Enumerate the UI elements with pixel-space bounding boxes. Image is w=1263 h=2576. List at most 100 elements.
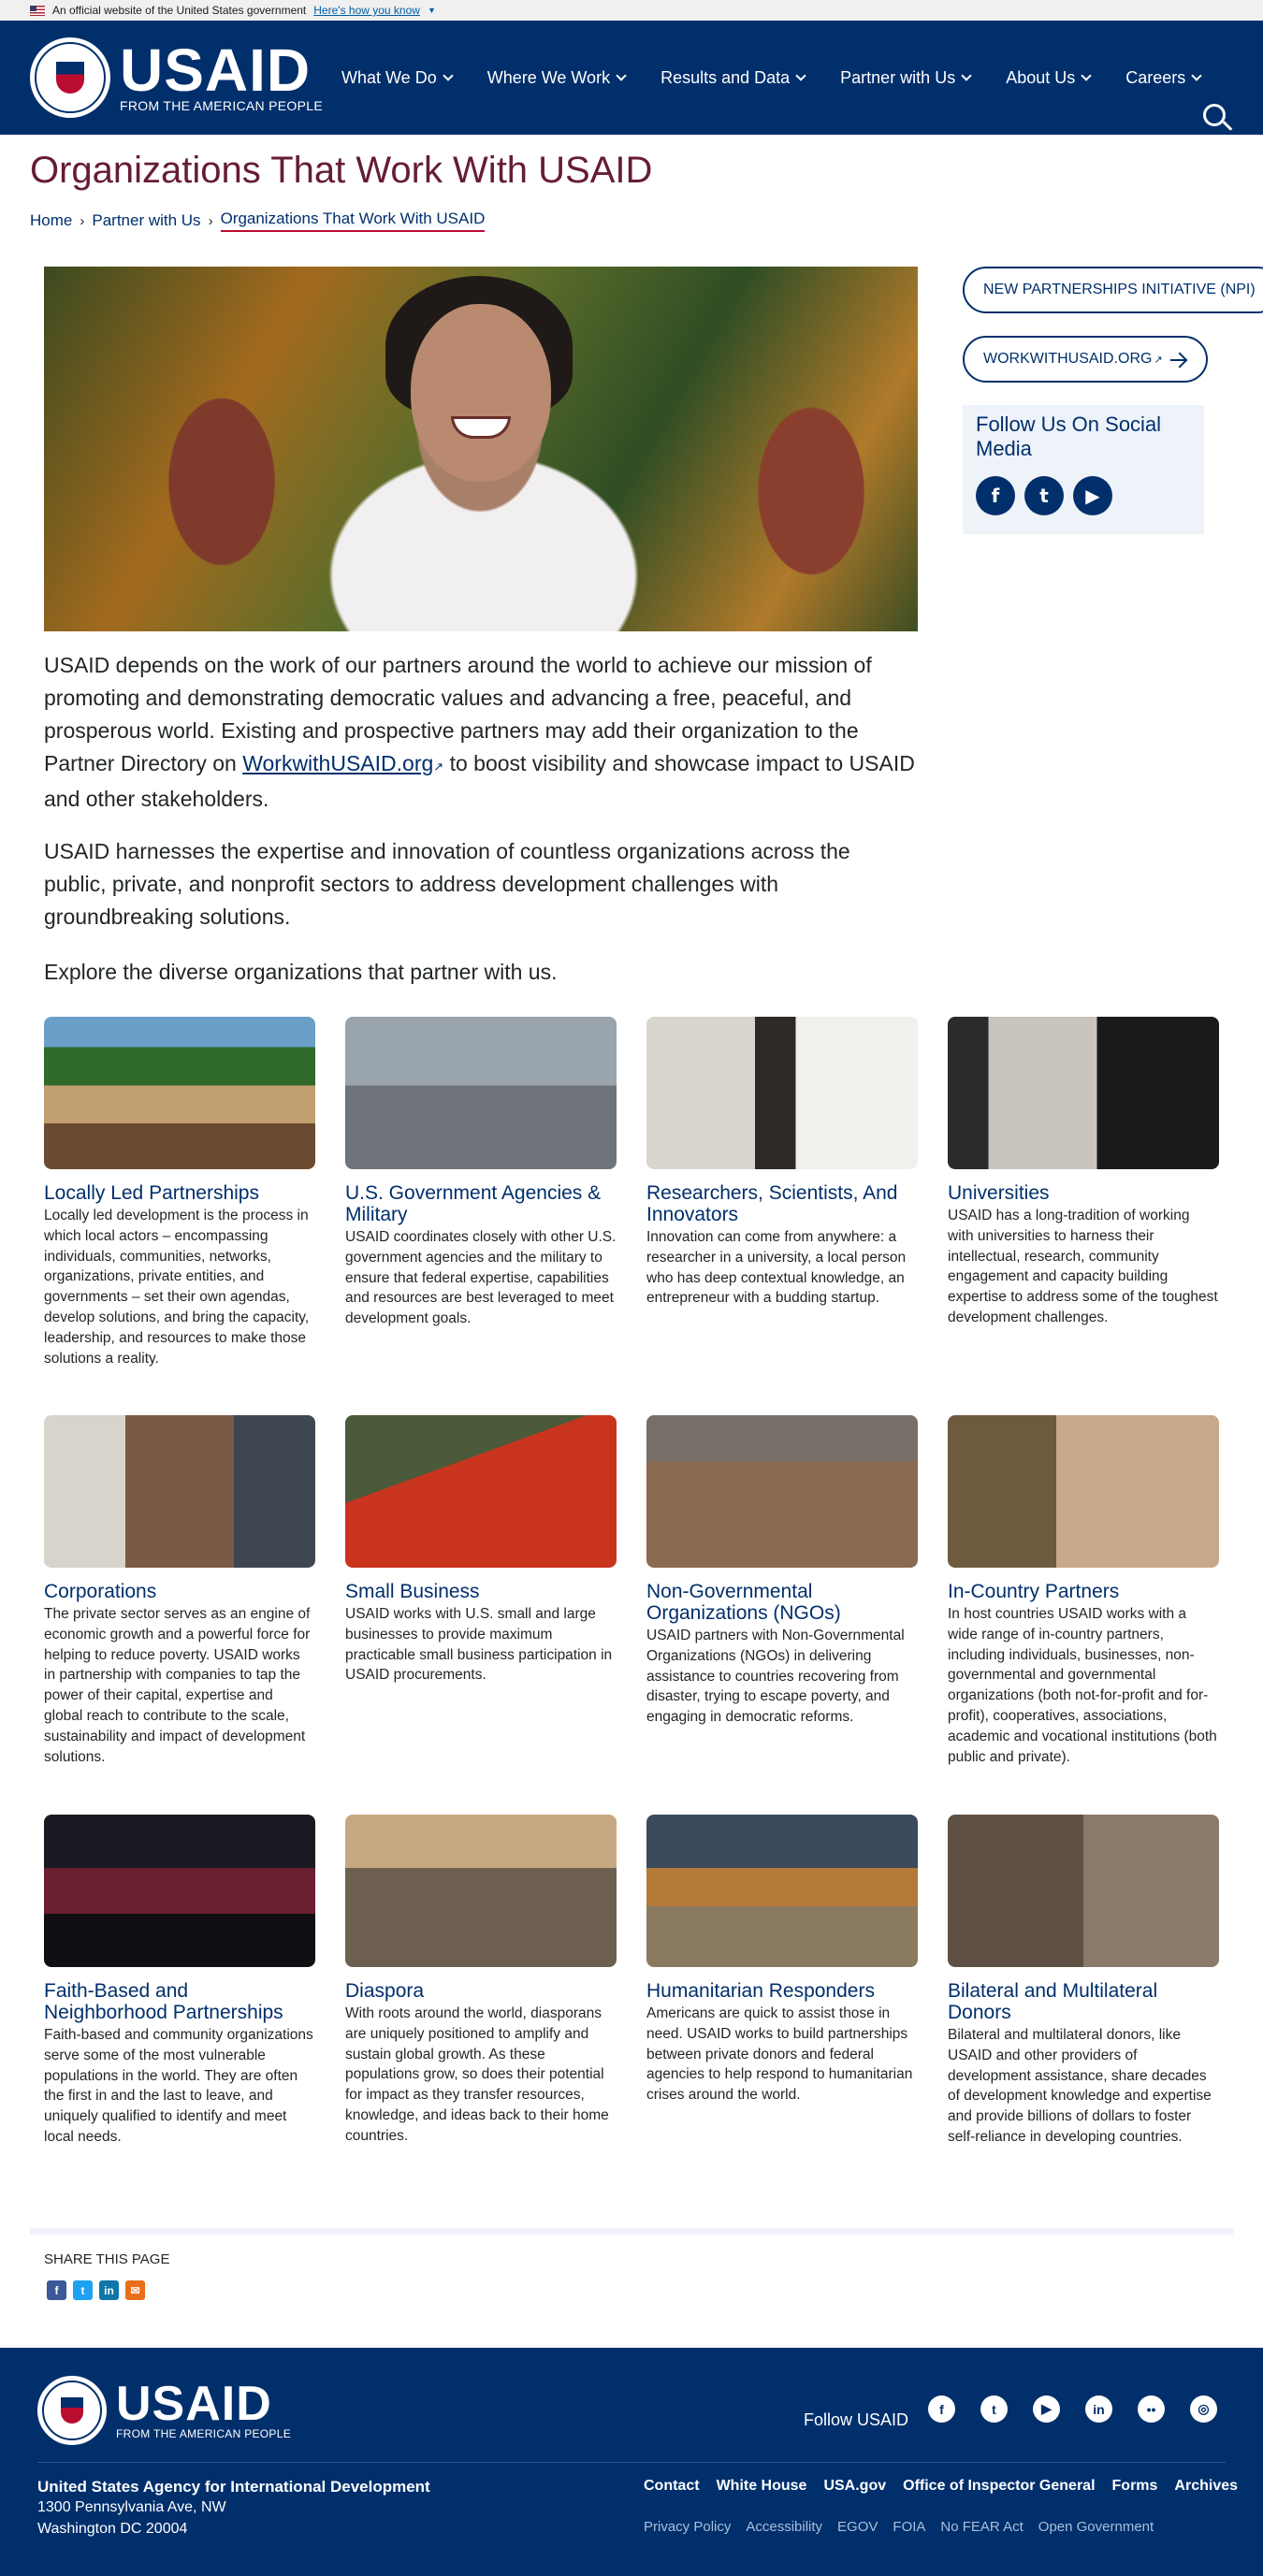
follow-usaid-label: Follow USAID <box>804 2410 909 2429</box>
wwu-button-label: WORKWITHUSAID.ORG <box>983 351 1153 367</box>
facebook-icon[interactable]: f <box>47 2280 66 2300</box>
footer-link-oig[interactable]: Office of Inspector General <box>903 2478 1095 2495</box>
breadcrumb-current[interactable]: Organizations That Work With USAID <box>220 210 486 232</box>
breadcrumb-separator: › <box>208 212 213 229</box>
breadcrumb-home[interactable]: Home <box>30 211 72 230</box>
card-description: Innovation can come from anywhere: a res… <box>646 1229 907 1307</box>
footer-link-accessibility[interactable]: Accessibility <box>746 2519 822 2535</box>
card-faith-based[interactable]: Faith-Based and Neighborhood Partnership… <box>44 1815 315 2148</box>
footer-logo-wordmark: USAID <box>116 2377 272 2431</box>
nav-label: About Us <box>1006 67 1076 87</box>
card-image <box>646 1815 918 1967</box>
youtube-icon[interactable]: ▶ <box>1073 476 1112 515</box>
footer-link-no-fear[interactable]: No FEAR Act <box>940 2519 1023 2535</box>
footer-social-icons: f t ▶ in •• ◎ <box>928 2395 1217 2423</box>
nav-results-and-data[interactable]: Results and Data <box>661 68 806 88</box>
card-small-business[interactable]: Small Business USAID works with U.S. sma… <box>345 1415 617 1686</box>
nav-where-we-work[interactable]: Where We Work <box>487 68 627 88</box>
footer-link-white-house[interactable]: White House <box>717 2478 807 2495</box>
card-image <box>948 1815 1219 1967</box>
card-title: Locally Led Partnerships <box>44 1182 259 1204</box>
card-description: Faith-based and community organizations … <box>44 2027 313 2145</box>
nav-about-us[interactable]: About Us <box>1006 67 1092 88</box>
card-description: USAID works with U.S. small and large bu… <box>345 1606 613 1684</box>
workwithusaid-button[interactable]: WORKWITHUSAID.ORG ↗ <box>963 336 1208 383</box>
card-image <box>948 1017 1219 1169</box>
card-us-government[interactable]: U.S. Government Agencies & Military USAI… <box>345 1017 617 1329</box>
footer-link-privacy[interactable]: Privacy Policy <box>644 2519 731 2535</box>
card-image <box>646 1415 918 1568</box>
footer-usaid-logo[interactable]: USAID FROM THE AMERICAN PEOPLE <box>37 2376 291 2445</box>
card-description: With roots around the world, diasporans … <box>345 2005 609 2144</box>
card-researchers[interactable]: Researchers, Scientists, And Innovators … <box>646 1017 918 1309</box>
intro-paragraph-2: USAID harnesses the expertise and innova… <box>44 839 850 929</box>
youtube-icon[interactable]: ▶ <box>1033 2395 1060 2423</box>
agency-name: United States Agency for International D… <box>37 2478 430 2496</box>
card-in-country[interactable]: In-Country Partners In host countries US… <box>948 1415 1219 1767</box>
social-media-box: Follow Us On Social Media f t ▶ <box>963 405 1204 534</box>
footer-link-archives[interactable]: Archives <box>1174 2478 1238 2495</box>
workwithusaid-link[interactable]: WorkwithUSAID.org <box>242 751 433 775</box>
footer-divider <box>37 2462 1226 2463</box>
usaid-logo[interactable]: USAID FROM THE AMERICAN PEOPLE <box>30 37 323 118</box>
facebook-icon[interactable]: f <box>976 476 1015 515</box>
share-label: SHARE THIS PAGE <box>44 2251 170 2267</box>
card-image <box>44 1017 315 1169</box>
breadcrumb: Home › Partner with Us › Organizations T… <box>30 210 486 232</box>
chevron-down-icon <box>1081 70 1092 81</box>
nav-partner-with-us[interactable]: Partner with Us <box>840 67 972 88</box>
npi-button[interactable]: NEW PARTNERSHIPS INITIATIVE (NPI) <box>963 267 1263 313</box>
nav-label: Partner with Us <box>840 67 956 87</box>
instagram-icon[interactable]: ◎ <box>1190 2395 1217 2423</box>
footer-link-forms[interactable]: Forms <box>1112 2478 1158 2495</box>
follow-heading: Follow Us On Social Media <box>976 412 1162 460</box>
facebook-icon[interactable]: f <box>928 2395 955 2423</box>
card-ngos[interactable]: Non-Governmental Organizations (NGOs) US… <box>646 1415 918 1728</box>
twitter-icon[interactable]: t <box>980 2395 1008 2423</box>
npi-button-label: NEW PARTNERSHIPS INITIATIVE (NPI) <box>983 282 1256 297</box>
card-humanitarian[interactable]: Humanitarian Responders Americans are qu… <box>646 1815 918 2106</box>
card-image <box>646 1017 918 1169</box>
nav-careers[interactable]: Careers <box>1125 68 1202 88</box>
card-title: U.S. Government Agencies & Military <box>345 1182 602 1225</box>
search-icon[interactable] <box>1203 104 1233 132</box>
card-title: Researchers, Scientists, And Innovators <box>646 1182 898 1225</box>
card-locally-led[interactable]: Locally Led Partnerships Locally led dev… <box>44 1017 315 1368</box>
intro-paragraph-3: Explore the diverse organizations that p… <box>44 960 558 984</box>
card-title: Corporations <box>44 1581 157 1602</box>
card-corporations[interactable]: Corporations The private sector serves a… <box>44 1415 315 1767</box>
card-description: Americans are quick to assist those in n… <box>646 2005 913 2104</box>
card-title: Universities <box>948 1182 1050 1204</box>
flickr-icon[interactable]: •• <box>1138 2395 1165 2423</box>
card-diaspora[interactable]: Diaspora With roots around the world, di… <box>345 1815 617 2147</box>
card-universities[interactable]: Universities USAID has a long-tradition … <box>948 1017 1219 1328</box>
footer-link-open-gov[interactable]: Open Government <box>1038 2519 1154 2535</box>
breadcrumb-separator: › <box>80 212 85 229</box>
linkedin-icon[interactable]: in <box>99 2280 119 2300</box>
footer-link-usa-gov[interactable]: USA.gov <box>823 2478 886 2495</box>
share-icons: f t in ✉ <box>47 2280 145 2300</box>
card-donors[interactable]: Bilateral and Multilateral Donors Bilate… <box>948 1815 1219 2148</box>
heres-how-you-know-link[interactable]: Here's how you know <box>313 4 420 17</box>
footer-link-foia[interactable]: FOIA <box>893 2519 925 2535</box>
linkedin-icon[interactable]: in <box>1085 2395 1112 2423</box>
card-description: Bilateral and multilateral donors, like … <box>948 2027 1212 2145</box>
banner-text: An official website of the United States… <box>52 4 307 17</box>
card-image <box>948 1415 1219 1568</box>
twitter-icon[interactable]: t <box>1024 476 1064 515</box>
footer-sub-links: Privacy Policy Accessibility EGOV FOIA N… <box>644 2519 1154 2535</box>
footer-link-egov[interactable]: EGOV <box>837 2519 878 2535</box>
card-image <box>345 1415 617 1568</box>
section-divider <box>30 2228 1233 2235</box>
nav-what-we-do[interactable]: What We Do <box>341 68 454 88</box>
chevron-down-icon <box>616 70 627 81</box>
chevron-down-icon <box>961 70 972 81</box>
breadcrumb-partner-with-us[interactable]: Partner with Us <box>92 211 200 230</box>
site-header: USAID FROM THE AMERICAN PEOPLE What We D… <box>0 21 1263 135</box>
page-title: Organizations That Work With USAID <box>30 150 653 191</box>
twitter-icon[interactable]: t <box>73 2280 93 2300</box>
card-image <box>44 1415 315 1568</box>
card-title: Bilateral and Multilateral Donors <box>948 1980 1158 2023</box>
footer-link-contact[interactable]: Contact <box>644 2478 700 2495</box>
email-icon[interactable]: ✉ <box>125 2280 145 2300</box>
